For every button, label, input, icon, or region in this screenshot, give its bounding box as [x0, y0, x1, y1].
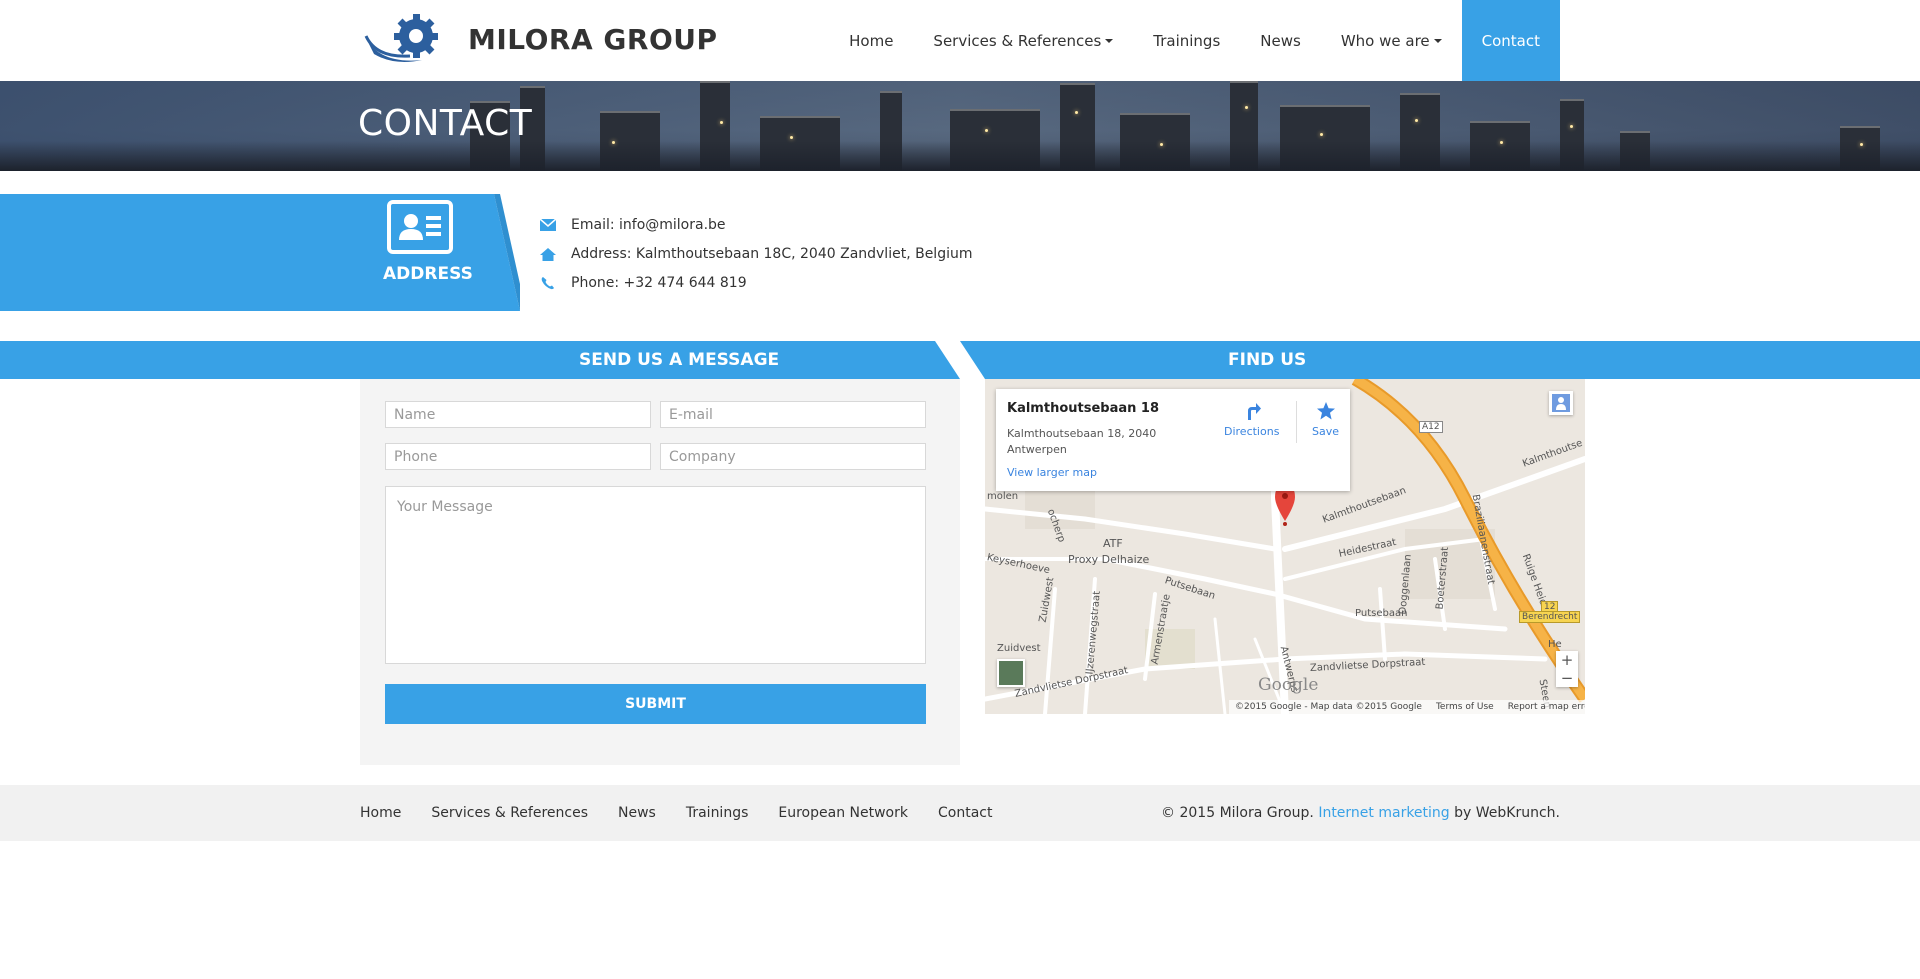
nav-trainings-label: Trainings [1153, 31, 1221, 50]
directions-button[interactable]: Directions [1224, 401, 1279, 438]
nav-who-we-are[interactable]: Who we are [1321, 0, 1462, 81]
nav-news[interactable]: News [1240, 0, 1321, 81]
page-title: CONTACT [358, 103, 533, 144]
phone-icon [541, 276, 554, 289]
save-label: Save [1312, 425, 1340, 438]
map-label: He [1548, 639, 1562, 650]
banner-light [985, 129, 988, 132]
zoom-out-button[interactable]: − [1556, 669, 1578, 687]
map-info-card: Kalmthoutsebaan 18 Kalmthoutsebaan 18, 2… [996, 389, 1350, 491]
home-icon [540, 247, 556, 261]
nav-who-we-are-label: Who we are [1340, 31, 1430, 50]
banner-light [1500, 141, 1503, 144]
page-banner: CONTACT [0, 81, 1920, 171]
phone-input[interactable]: Phone [385, 443, 651, 470]
banner-ground [0, 141, 1920, 171]
email-input[interactable]: E-mail [660, 401, 926, 428]
site-footer: Home Services & References News Training… [0, 785, 1920, 841]
map-label: Proxy Delhaize [1068, 553, 1150, 566]
footer-link-contact[interactable]: Contact [938, 805, 992, 821]
map-place-address: Kalmthoutsebaan 18, 2040 Antwerpen [1007, 427, 1157, 456]
satellite-toggle-thumbnail[interactable] [997, 659, 1025, 687]
map-place-badge: Berendrecht [1519, 611, 1581, 623]
message-textarea[interactable]: Your Message [385, 486, 926, 664]
map-place-name: Kalmthoutsebaan 18 [1007, 401, 1159, 416]
message-section-header [0, 341, 960, 379]
site-header: MILORA GROUP Home Services & References … [0, 0, 1920, 81]
mail-icon [539, 217, 557, 231]
copyright-prefix: © 2015 Milora Group. [1161, 805, 1319, 821]
map-terms-link[interactable]: Terms of Use [1436, 702, 1494, 712]
message-section-title: SEND US A MESSAGE [579, 350, 780, 370]
map-label: Zuidvest [997, 643, 1041, 654]
contact-email[interactable]: Email: info@milora.be [571, 217, 726, 233]
contact-address-row: Address: Kalmthoutsebaan 18C, 2040 Zandv… [539, 239, 973, 268]
copyright-suffix: by WebKrunch. [1449, 805, 1560, 821]
internet-marketing-link[interactable]: Internet marketing [1318, 805, 1449, 821]
gear-logo-icon [364, 14, 438, 62]
nav-home[interactable]: Home [829, 0, 913, 81]
nav-services-label: Services & References [933, 31, 1102, 50]
banner-light [1320, 133, 1323, 136]
banner-light [612, 141, 615, 144]
zoom-in-button[interactable]: + [1556, 651, 1578, 669]
banner-light [1245, 106, 1248, 109]
find-us-section-header [960, 341, 1920, 379]
company-input[interactable]: Company [660, 443, 926, 470]
contact-address: Address: Kalmthoutsebaan 18C, 2040 Zandv… [571, 245, 973, 262]
map-card-divider [1296, 401, 1297, 443]
map-label: ATF [1103, 537, 1123, 550]
banner-light [1415, 119, 1418, 122]
address-title: ADDRESS [383, 264, 473, 284]
directions-label: Directions [1224, 425, 1280, 438]
contact-card-icon [387, 200, 453, 254]
caret-down-icon [1105, 38, 1114, 43]
footer-nav: Home Services & References News Training… [360, 785, 992, 841]
footer-link-news[interactable]: News [618, 805, 656, 821]
banner-light [1860, 143, 1863, 146]
star-icon [1316, 402, 1335, 420]
submit-button[interactable]: SUBMIT [385, 684, 926, 724]
nav-contact-label: Contact [1481, 31, 1540, 50]
nav-contact[interactable]: Contact [1461, 0, 1560, 81]
banner-light [720, 121, 723, 124]
map-data-credit: ©2015 Google - Map data ©2015 Google [1235, 702, 1422, 712]
address-band: ADDRESS [0, 194, 520, 311]
banner-light [790, 136, 793, 139]
find-us-section-title: FIND US [1228, 350, 1307, 370]
banner-light [1160, 143, 1163, 146]
name-input[interactable]: Name [385, 401, 651, 428]
map-label: molen [987, 491, 1019, 502]
nav-services[interactable]: Services & References [913, 0, 1133, 81]
footer-link-home[interactable]: Home [360, 805, 401, 821]
main-nav: Home Services & References Trainings New… [829, 0, 1560, 81]
contact-email-row: Email: info@milora.be [539, 210, 973, 239]
map-attribution: ©2015 Google - Map data ©2015 Google Ter… [1229, 700, 1585, 714]
contact-phone: Phone: +32 474 644 819 [571, 274, 747, 291]
site-logo[interactable]: MILORA GROUP [364, 12, 718, 66]
google-logo: Google [1258, 675, 1319, 695]
save-place-button[interactable]: Save [1312, 401, 1339, 438]
caret-down-icon [1433, 38, 1442, 43]
map-report-link[interactable]: Report a map error [1508, 702, 1585, 712]
map-road-shield: A12 [1419, 421, 1443, 433]
brand-name: MILORA GROUP [468, 22, 718, 56]
map-zoom-control: + − [1556, 651, 1578, 687]
street-view-pegman-icon[interactable] [1549, 391, 1573, 415]
footer-link-trainings[interactable]: Trainings [686, 805, 749, 821]
contact-details: Email: info@milora.be Address: Kalmthout… [539, 210, 973, 297]
contact-phone-row: Phone: +32 474 644 819 [539, 268, 973, 297]
footer-link-services[interactable]: Services & References [431, 805, 588, 821]
footer-link-european-network[interactable]: European Network [778, 805, 908, 821]
view-larger-map-link[interactable]: View larger map [1007, 466, 1097, 479]
contact-form: Name E-mail Phone Company Your Message S… [360, 379, 960, 765]
nav-home-label: Home [849, 31, 894, 50]
nav-news-label: News [1260, 31, 1301, 50]
banner-light [1570, 125, 1573, 128]
nav-trainings[interactable]: Trainings [1133, 0, 1240, 81]
banner-light [1075, 111, 1078, 114]
copyright: © 2015 Milora Group. Internet marketing … [1161, 785, 1560, 841]
google-map[interactable]: Kalmthoutsebaan Kalmthoutse Heidestraat … [985, 379, 1585, 714]
directions-icon [1247, 403, 1261, 420]
